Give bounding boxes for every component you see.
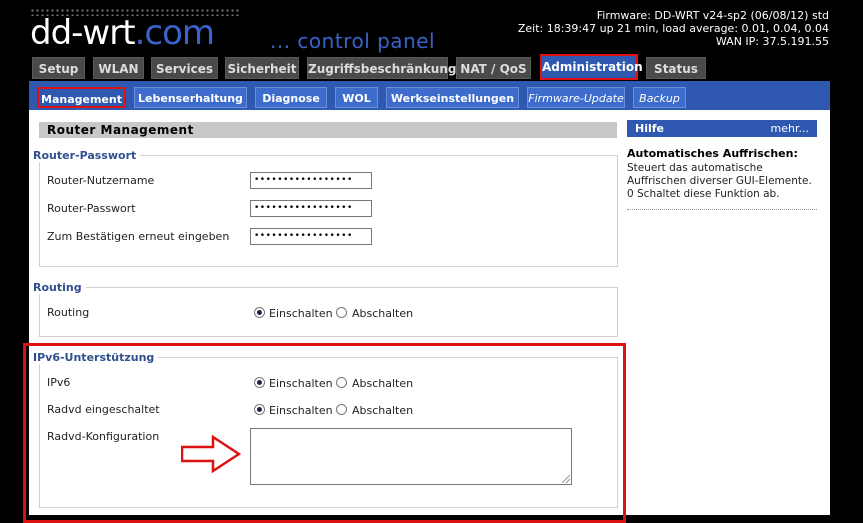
subtab-werkseinstellungen[interactable]: Werkseinstellungen	[386, 87, 519, 108]
tab-nat-qos[interactable]: NAT / QoS	[456, 57, 531, 79]
username-field[interactable]: •••••••••••••••••	[250, 172, 372, 189]
subtab-wol[interactable]: WOL	[335, 87, 378, 108]
highlight-box	[23, 343, 626, 523]
tab-wlan[interactable]: WLAN	[93, 57, 144, 79]
firmware-info: Firmware: DD-WRT v24-sp2 (06/08/12) std	[596, 9, 829, 22]
password-label: Router-Passwort	[47, 202, 136, 215]
subtab-management[interactable]: Management	[37, 87, 126, 108]
tab-setup[interactable]: Setup	[32, 57, 85, 79]
tab-services[interactable]: Services	[151, 57, 218, 79]
help-title: Hilfe	[635, 122, 664, 135]
routing-legend: Routing	[33, 281, 86, 294]
content-area: Router Management Router-Passwort Router…	[23, 110, 830, 523]
subtab-diagnose[interactable]: Diagnose	[255, 87, 327, 108]
control-panel-title: ... control panel	[270, 29, 436, 53]
router-info: Firmware: DD-WRT v24-sp2 (06/08/12) std …	[518, 9, 829, 48]
routing-on-radio[interactable]	[254, 307, 265, 318]
uptime-info: Zeit: 18:39:47 up 21 min, load average: …	[517, 22, 829, 35]
header: dd-wrt.com ... control panel Firmware: D…	[0, 0, 863, 56]
routing-label: Routing	[47, 306, 90, 319]
tab-sicherheit[interactable]: Sicherheit	[225, 57, 299, 79]
tab-administration[interactable]: Administration	[540, 54, 643, 80]
routing-off-label[interactable]: Abschalten	[352, 307, 413, 320]
sub-navigation: Management Lebenserhaltung Diagnose WOL …	[29, 81, 830, 110]
subtab-backup[interactable]: Backup	[633, 87, 686, 108]
arrow-right-icon	[181, 435, 241, 473]
username-label: Router-Nutzername	[47, 174, 155, 187]
help-header: Hilfe mehr...	[627, 120, 817, 137]
confirm-password-label: Zum Bestätigen erneut eingeben	[47, 230, 230, 243]
routing-on-label[interactable]: Einschalten	[269, 307, 333, 320]
password-field[interactable]: •••••••••••••••••	[250, 200, 372, 217]
subtab-lebenserhaltung[interactable]: Lebenserhaltung	[134, 87, 247, 108]
router-password-legend: Router-Passwort	[33, 149, 141, 162]
help-text: Steuert das automatische Auffrischen div…	[627, 162, 817, 210]
wan-ip-info: WAN IP: 37.5.191.55	[715, 35, 829, 48]
tab-status[interactable]: Status	[646, 57, 706, 79]
help-panel: Hilfe mehr... Automatisches Auffrischen:…	[627, 120, 817, 210]
help-more-link[interactable]: mehr...	[771, 120, 809, 137]
tab-zugriffsbeschraenkung[interactable]: Zugriffsbeschränkung	[307, 57, 456, 79]
help-topic: Automatisches Auffrischen:	[627, 147, 798, 160]
logo: dd-wrt.com	[30, 13, 215, 53]
confirm-password-field[interactable]: •••••••••••••••••	[250, 228, 372, 245]
subtab-firmware-update[interactable]: Firmware-Update	[527, 87, 625, 108]
section-title: Router Management	[39, 122, 617, 138]
routing-off-radio[interactable]	[336, 307, 347, 318]
